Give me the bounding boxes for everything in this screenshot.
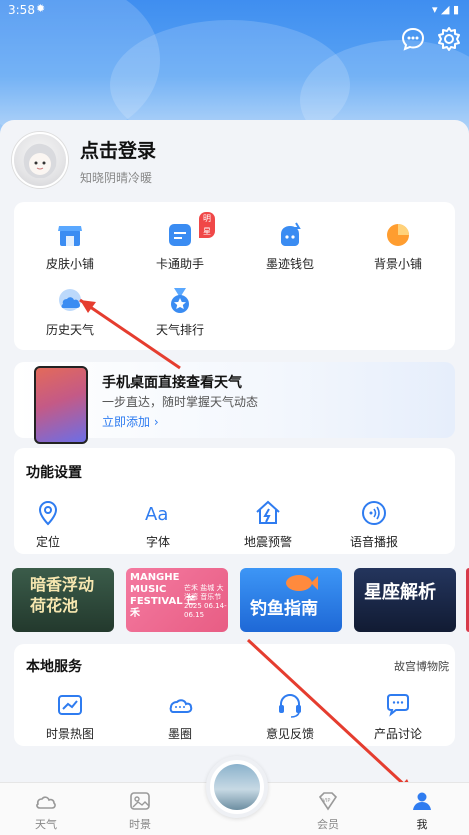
- avatar-character-icon: [23, 143, 57, 178]
- local-item-mojiquan[interactable]: 墨圈: [140, 690, 220, 742]
- palace-museum-link[interactable]: 故宫博物院: [394, 658, 449, 674]
- status-time: 3:58: [8, 3, 35, 17]
- badge-label: 明星: [199, 212, 215, 238]
- center-scenery-button[interactable]: [206, 756, 268, 818]
- weather-icon: [36, 796, 56, 809]
- tab-scenery[interactable]: 时景: [110, 791, 170, 832]
- tab-label: 时景: [129, 818, 151, 831]
- settings-item-label: 地震预警: [243, 535, 292, 549]
- grid-item-wallet[interactable]: 墨迹钱包: [250, 220, 330, 272]
- tab-label: 会员: [317, 818, 339, 831]
- banner-horoscope-title: 星座解析: [364, 582, 436, 603]
- avatar[interactable]: [12, 132, 68, 188]
- person-icon: [413, 792, 431, 810]
- grid-item-label: 墨迹钱包: [265, 257, 314, 271]
- tab-me[interactable]: 我: [392, 791, 452, 832]
- font-icon: Aa: [145, 504, 168, 525]
- assistant-icon: [169, 224, 191, 246]
- banner-horoscope[interactable]: 星座解析: [354, 568, 456, 632]
- settings-item-location[interactable]: 定位: [8, 498, 88, 550]
- headset-icon: [279, 693, 301, 718]
- fish-icon: [286, 575, 318, 591]
- sky-thumbnail: [214, 764, 260, 810]
- settings-item-font[interactable]: Aa 字体: [118, 498, 198, 550]
- message-icon[interactable]: [400, 26, 426, 52]
- local-item-discussion[interactable]: 产品讨论: [358, 690, 438, 742]
- local-item-label: 墨圈: [167, 727, 192, 741]
- ranking-icon: [171, 288, 189, 313]
- banner-lotus[interactable]: 暗香浮动 荷花池: [12, 568, 114, 632]
- heatmap-icon: [58, 695, 82, 715]
- grid-item-label: 皮肤小铺: [45, 257, 94, 271]
- voice-icon: [362, 501, 386, 525]
- grid-item-weather-ranking[interactable]: 天气排行: [140, 286, 220, 338]
- tab-weather[interactable]: 天气: [16, 791, 76, 832]
- settings-item-voice[interactable]: 语音播报: [334, 498, 414, 550]
- history-weather-icon: [59, 289, 81, 311]
- desktop-widget-promo[interactable]: 手机桌面直接查看天气 一步直达，随时掌握天气动态 立即添加 ›: [14, 362, 455, 444]
- settings-item-label: 定位: [35, 535, 60, 549]
- settings-gear-icon[interactable]: [436, 26, 462, 52]
- phone-preview-image: [34, 366, 88, 444]
- local-item-heatmap[interactable]: 时景热图: [30, 690, 110, 742]
- cloud-circle-icon: [169, 699, 193, 713]
- svg-text:VIP: VIP: [323, 798, 331, 804]
- grid-item-skin-shop[interactable]: 皮肤小铺: [30, 220, 110, 272]
- banner-lotus-title: 暗香浮动 荷花池: [30, 575, 95, 615]
- tab-label: 我: [416, 818, 428, 831]
- local-item-label: 产品讨论: [373, 727, 422, 741]
- shop-icon: [58, 226, 82, 246]
- settings-item-label: 字体: [145, 535, 170, 549]
- tab-label: 天气: [35, 818, 57, 831]
- vip-icon: VIP: [318, 792, 338, 811]
- grid-item-background-shop[interactable]: 背景小铺: [358, 220, 438, 272]
- battery-icon: ▮: [452, 3, 459, 16]
- status-settings-icon: ✹: [36, 2, 46, 15]
- settings-item-earthquake[interactable]: 地震预警: [228, 498, 308, 550]
- wifi-icon: ▾: [431, 3, 438, 16]
- local-services-title: 本地服务: [26, 659, 82, 675]
- banner-music-festival[interactable]: MANGHE MUSIC FESTIVAL 芒禾 芒禾 盐城 大洋湾 音乐节 2…: [126, 568, 228, 632]
- grid-item-cartoon-assistant[interactable]: 明星 卡通助手: [140, 212, 220, 272]
- grid-item-history-weather[interactable]: 历史天气: [30, 286, 110, 338]
- promo-add-link[interactable]: 立即添加 ›: [102, 413, 159, 430]
- settings-title: 功能设置: [26, 465, 82, 481]
- local-item-label: 时景热图: [45, 727, 94, 741]
- promo-title: 手机桌面直接查看天气: [102, 375, 242, 391]
- background-icon: [387, 224, 409, 246]
- grid-item-label: 卡通助手: [155, 257, 204, 271]
- profile-subtitle: 知晓阴晴冷暖: [80, 171, 153, 185]
- location-icon: [38, 500, 58, 526]
- grid-item-label: 天气排行: [155, 323, 204, 337]
- status-icons: ▾ ◢ ▮: [432, 3, 459, 16]
- login-button[interactable]: 点击登录: [80, 136, 156, 163]
- earthquake-icon: [256, 500, 280, 524]
- status-bar: 3:58 ✹ ▾ ◢ ▮: [0, 0, 469, 22]
- promo-subtitle: 一步直达，随时掌握天气动态: [102, 395, 259, 409]
- local-item-label: 意见反馈: [265, 727, 314, 741]
- wallet-icon: [281, 222, 301, 246]
- grid-item-label: 背景小铺: [373, 257, 422, 271]
- photo-icon: [130, 792, 150, 810]
- local-item-feedback[interactable]: 意见反馈: [250, 690, 330, 742]
- signal-icon: ◢: [440, 3, 450, 16]
- chat-icon: [387, 694, 409, 717]
- tab-vip[interactable]: VIP 会员: [298, 791, 358, 832]
- settings-item-label: 语音播报: [349, 535, 398, 549]
- banner-music-sub: 芒禾 盐城 大洋湾 音乐节 2025 06.14-06.15: [184, 584, 227, 619]
- banner-fishing[interactable]: 钓鱼指南: [240, 568, 342, 632]
- banner-fishing-title: 钓鱼指南: [250, 599, 318, 619]
- grid-item-label: 历史天气: [45, 323, 94, 337]
- svg-text:Aa: Aa: [145, 504, 168, 525]
